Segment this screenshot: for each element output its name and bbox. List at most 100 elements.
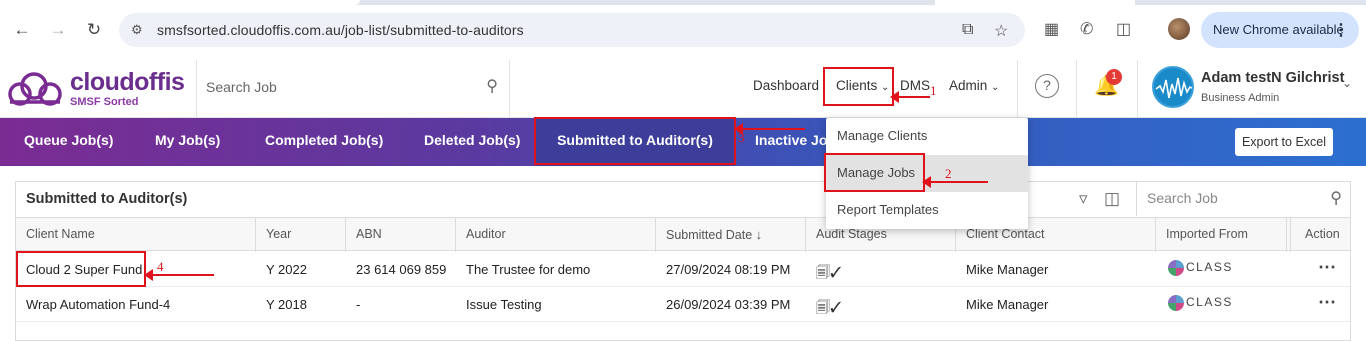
col-client-name[interactable]: Client Name xyxy=(26,227,95,241)
tab-deleted-jobs[interactable]: Deleted Job(s) xyxy=(424,132,520,148)
tab-completed-jobs[interactable]: Completed Job(s) xyxy=(265,132,383,148)
cell-auditor: The Trustee for demo xyxy=(466,262,591,277)
column-divider xyxy=(1286,218,1287,252)
help-icon[interactable]: ? xyxy=(1035,74,1059,98)
col-action: Action xyxy=(1305,227,1340,241)
tab-my-jobs[interactable]: My Job(s) xyxy=(155,132,220,148)
col-client-contact[interactable]: Client Contact xyxy=(966,227,1045,241)
menu-item-report-templates[interactable]: Report Templates xyxy=(826,192,1028,229)
audit-stage-icon[interactable]: 🗐✓ xyxy=(816,262,842,286)
address-bar[interactable]: ⚙ smsfsorted.cloudoffis.com.au/job-list/… xyxy=(119,13,1025,47)
row-actions-icon[interactable]: ⋯ xyxy=(1318,257,1336,278)
col-submitted-date[interactable]: Submitted Date ↓ xyxy=(666,227,762,242)
column-divider xyxy=(1290,218,1291,252)
cell-year: Y 2018 xyxy=(266,297,307,312)
header-search-input[interactable]: Search Job xyxy=(206,79,277,95)
column-divider xyxy=(655,218,656,252)
col-audit-stages[interactable]: Audit Stages xyxy=(816,227,887,241)
annotation-box-manage-jobs xyxy=(824,153,925,192)
col-auditor[interactable]: Auditor xyxy=(466,227,506,241)
extensions-puzzle-icon[interactable]: ◫ xyxy=(1116,19,1131,39)
table-row[interactable]: Wrap Automation Fund-4 Y 2018 - Issue Te… xyxy=(16,287,1350,322)
notification-bell-icon[interactable]: 🔔 1 xyxy=(1094,69,1122,98)
cell-submitted-date: 27/09/2024 08:19 PM xyxy=(666,262,791,277)
cloudoffis-logo[interactable]: cloudoffis SMSF Sorted xyxy=(6,68,186,112)
table-row[interactable]: Cloud 2 Super Fund Y 2022 23 614 069 859… xyxy=(16,252,1350,287)
cell-abn: 23 614 069 859 xyxy=(356,262,447,277)
class-logo: CLASS xyxy=(1168,295,1233,311)
tab-strip xyxy=(0,0,1366,5)
filter-icon[interactable]: ▿ xyxy=(1079,189,1088,209)
annotation-box-clients xyxy=(823,67,894,106)
cell-client-contact: Mike Manager xyxy=(966,297,1049,312)
new-chrome-button[interactable]: New Chrome available ⋮ xyxy=(1201,12,1359,48)
open-in-app-icon[interactable]: ⧉ xyxy=(962,21,973,39)
logo-subtitle: SMSF Sorted xyxy=(70,96,139,108)
site-settings-icon[interactable]: ⚙ xyxy=(131,22,143,38)
annotation-arrow xyxy=(922,176,988,188)
col-abn[interactable]: ABN xyxy=(356,227,382,241)
chrome-menu-icon[interactable]: ⋮ xyxy=(1333,20,1349,40)
profile-avatar[interactable] xyxy=(1168,18,1190,40)
search-icon[interactable]: ⚲ xyxy=(486,76,498,96)
reload-icon[interactable]: ↻ xyxy=(82,18,106,42)
divider xyxy=(1017,60,1018,118)
audit-stage-icon[interactable]: 🗐✓ xyxy=(816,297,842,321)
cell-abn: - xyxy=(356,297,361,312)
column-toggle-icon[interactable]: ◫ xyxy=(1104,189,1120,209)
tab-queue-jobs[interactable]: Queue Job(s) xyxy=(24,132,113,148)
nav-admin-label: Admin xyxy=(949,78,988,93)
col-year[interactable]: Year xyxy=(266,227,291,241)
class-logo-text: CLASS xyxy=(1186,260,1233,275)
annotation-box-submitted-tab xyxy=(534,117,736,165)
panel-search[interactable]: Search Job ⚲ xyxy=(1136,182,1352,216)
class-logo-text: CLASS xyxy=(1186,295,1233,310)
column-divider xyxy=(255,218,256,252)
row-actions-icon[interactable]: ⋯ xyxy=(1318,292,1336,313)
cell-auditor: Issue Testing xyxy=(466,297,542,312)
panel-search-input[interactable]: Search Job xyxy=(1147,190,1218,206)
panel-title: Submitted to Auditor(s) xyxy=(26,191,188,207)
column-divider xyxy=(805,218,806,252)
user-avatar[interactable] xyxy=(1152,66,1194,108)
phone-extension-icon[interactable]: ✆ xyxy=(1080,19,1093,39)
col-submitted-date-label: Submitted Date xyxy=(666,228,753,242)
divider xyxy=(509,60,510,118)
browser-toolbar: ← → ↻ ⚙ smsfsorted.cloudoffis.com.au/job… xyxy=(0,0,1366,60)
qr-code-icon[interactable]: ▦ xyxy=(1044,19,1059,39)
col-imported-from[interactable]: Imported From xyxy=(1166,227,1248,241)
back-icon[interactable]: ← xyxy=(10,18,34,42)
column-divider xyxy=(455,218,456,252)
waveform-icon xyxy=(1155,77,1192,99)
notification-badge: 1 xyxy=(1106,69,1122,85)
chevron-down-icon: ⌄ xyxy=(991,82,1000,93)
cell-year: Y 2022 xyxy=(266,262,307,277)
url-text: smsfsorted.cloudoffis.com.au/job-list/su… xyxy=(157,22,524,38)
divider xyxy=(1076,60,1077,118)
nav-dashboard[interactable]: Dashboard xyxy=(753,78,819,93)
nav-dms[interactable]: DMS xyxy=(900,78,930,93)
app-header: cloudoffis SMSF Sorted Search Job ⚲ Dash… xyxy=(0,60,1366,118)
cell-client-contact: Mike Manager xyxy=(966,262,1049,277)
column-divider xyxy=(1155,218,1156,252)
class-logo: CLASS xyxy=(1168,260,1233,276)
bookmark-star-icon[interactable]: ☆ xyxy=(994,21,1008,41)
annotation-number: 3 xyxy=(738,130,745,145)
logo-wordmark: cloudoffis xyxy=(70,68,185,96)
annotation-number: 1 xyxy=(930,83,937,98)
sort-arrow-down-icon[interactable]: ↓ xyxy=(756,227,763,242)
nav-admin[interactable]: Admin ⌄ xyxy=(949,78,999,93)
cell-client-name[interactable]: Wrap Automation Fund-4 xyxy=(26,297,170,312)
header-search[interactable]: Search Job ⚲ xyxy=(196,60,510,118)
annotation-arrow xyxy=(734,123,805,135)
annotation-number: 2 xyxy=(945,166,952,181)
export-to-excel-button[interactable]: Export to Excel xyxy=(1235,128,1333,156)
class-logo-icon xyxy=(1168,295,1184,311)
annotation-number: 4 xyxy=(157,259,164,274)
user-name[interactable]: Adam testN Gilchrist xyxy=(1201,70,1344,86)
search-icon[interactable]: ⚲ xyxy=(1330,188,1342,208)
forward-icon[interactable]: → xyxy=(46,18,70,42)
cell-submitted-date: 26/09/2024 03:39 PM xyxy=(666,297,791,312)
chevron-down-icon[interactable]: ⌄ xyxy=(1342,76,1352,90)
menu-item-manage-clients[interactable]: Manage Clients xyxy=(826,118,1028,155)
